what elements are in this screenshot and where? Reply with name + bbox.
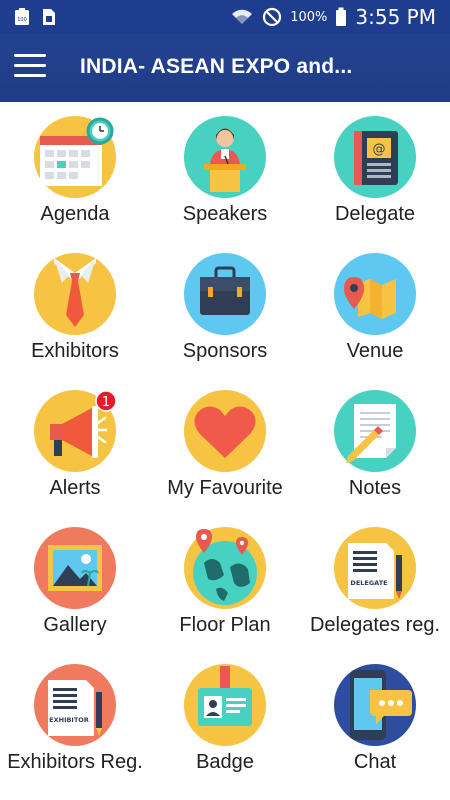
speaker-podium-icon (184, 116, 266, 198)
tile-notes[interactable]: Notes (300, 376, 450, 513)
tile-delegates-reg[interactable]: DELEGATE Delegates reg. (300, 513, 450, 650)
svg-text:100: 100 (17, 17, 27, 23)
battery-percent: 100% (290, 9, 328, 25)
tile-label: Speakers (182, 203, 268, 225)
tile-alerts[interactable]: Alerts (0, 376, 150, 513)
clock: 3:55 PM (355, 5, 436, 29)
tile-floor-plan[interactable]: Floor Plan (150, 513, 300, 650)
do-not-disturb-icon (263, 7, 282, 27)
heart-icon (184, 390, 266, 472)
tile-label: My Favourite (167, 477, 283, 499)
form-text: DELEGATE (350, 579, 387, 587)
briefcase-icon (184, 253, 266, 335)
tile-delegate[interactable]: @ Delegate (300, 102, 450, 239)
badge-count: 1 (102, 395, 110, 410)
globe-pins-icon (184, 527, 266, 609)
tile-label: Exhibitors (31, 340, 119, 362)
tile-speakers[interactable]: Speakers (150, 102, 300, 239)
necktie-icon (34, 253, 116, 335)
exhibitor-form-icon: EXHIBITOR (34, 664, 116, 746)
tile-label: Venue (346, 340, 404, 362)
feature-grid: Agenda Speakers @ Delegate Exhibitors Sp… (0, 102, 450, 800)
tile-gallery[interactable]: Gallery (0, 513, 150, 650)
tile-label: Sponsors (182, 340, 268, 362)
notepad-pencil-icon (334, 390, 416, 472)
tile-label: Floor Plan (179, 614, 271, 636)
tile-agenda[interactable]: Agenda (0, 102, 150, 239)
battery-100-icon: 100 (15, 8, 29, 25)
page-title: INDIA- ASEAN EXPO and... (80, 55, 353, 78)
tile-chat[interactable]: Chat (300, 650, 450, 787)
delegate-form-icon: DELEGATE (334, 527, 416, 609)
tile-label: Badge (196, 751, 254, 773)
tile-label: Gallery (43, 614, 107, 636)
status-bar: 100 100% 3:55 PM (0, 0, 450, 34)
tile-label: Chat (353, 751, 397, 773)
tile-label: Notes (348, 477, 402, 499)
tile-exhibitors-reg[interactable]: EXHIBITOR Exhibitors Reg. (0, 650, 150, 787)
tile-my-favourite[interactable]: My Favourite (150, 376, 300, 513)
tile-label: Exhibitors Reg. (7, 751, 143, 773)
phone-chat-icon (334, 664, 416, 746)
sim-icon (43, 9, 55, 25)
id-badge-icon (184, 664, 266, 746)
wifi-icon (232, 9, 253, 24)
tile-exhibitors[interactable]: Exhibitors (0, 239, 150, 376)
tile-sponsors[interactable]: Sponsors (150, 239, 300, 376)
tile-badge[interactable]: Badge (150, 650, 300, 787)
tile-label: Agenda (40, 203, 110, 225)
address-book-icon: @ (334, 116, 416, 198)
form-text: EXHIBITOR (49, 716, 89, 724)
tile-label: Alerts (49, 477, 101, 499)
picture-icon (34, 527, 116, 609)
notification-badge: 1 (95, 390, 117, 412)
calendar-clock-icon (34, 116, 116, 198)
tile-label: Delegate (334, 203, 416, 225)
svg-text:@: @ (373, 142, 386, 157)
app-toolbar: INDIA- ASEAN EXPO and... (0, 34, 450, 102)
map-pin-icon (334, 253, 416, 335)
tile-label: Delegates reg. (309, 614, 441, 636)
hamburger-menu-icon[interactable] (14, 54, 46, 82)
battery-icon (336, 7, 347, 26)
tile-venue[interactable]: Venue (300, 239, 450, 376)
